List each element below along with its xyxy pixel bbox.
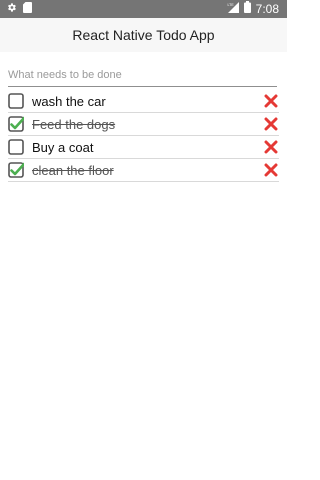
status-time: 7:08 bbox=[255, 2, 279, 16]
sd-card-icon bbox=[23, 0, 32, 18]
todo-row: clean the floor bbox=[8, 159, 279, 182]
delete-icon[interactable] bbox=[263, 116, 279, 132]
new-todo-field bbox=[8, 64, 277, 87]
checkbox-checked-icon[interactable] bbox=[8, 116, 24, 132]
todo-text: Feed the dogs bbox=[32, 116, 116, 132]
todo-text: clean the floor bbox=[32, 162, 114, 178]
status-bar: LTE 7:08 bbox=[0, 0, 287, 18]
app-header: React Native Todo App bbox=[0, 18, 287, 52]
checkbox-empty-icon[interactable] bbox=[8, 139, 24, 155]
todo-row: wash the car bbox=[8, 90, 279, 113]
checkbox-checked-icon[interactable] bbox=[8, 162, 24, 178]
page-title: React Native Todo App bbox=[72, 27, 215, 43]
lte-signal-icon: LTE bbox=[227, 0, 239, 18]
delete-icon[interactable] bbox=[263, 93, 279, 109]
new-todo-input[interactable] bbox=[8, 64, 277, 86]
todo-text: Buy a coat bbox=[32, 139, 94, 155]
delete-icon[interactable] bbox=[263, 162, 279, 178]
todo-row: Buy a coat bbox=[8, 136, 279, 159]
todo-row: Feed the dogs bbox=[8, 113, 279, 136]
svg-text:LTE: LTE bbox=[227, 3, 234, 7]
checkbox-empty-icon[interactable] bbox=[8, 93, 24, 109]
delete-icon[interactable] bbox=[263, 139, 279, 155]
battery-icon bbox=[243, 0, 251, 18]
todo-text: wash the car bbox=[32, 93, 106, 109]
gear-icon bbox=[6, 0, 17, 18]
todo-list: wash the car Feed the dogs Buy a coat cl… bbox=[0, 90, 287, 182]
